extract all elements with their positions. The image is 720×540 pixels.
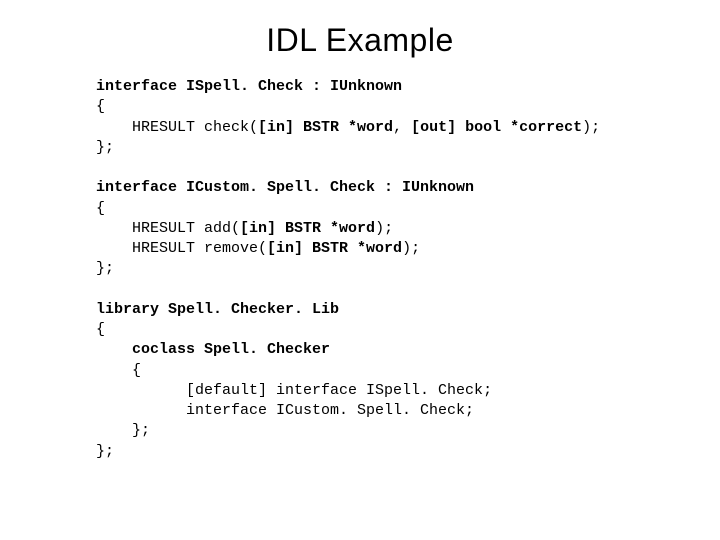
code-line: library Spell. Checker. Lib xyxy=(96,301,339,318)
code-text: ); xyxy=(582,119,600,136)
code-line: }; xyxy=(96,422,150,439)
code-line: }; xyxy=(96,443,114,460)
code-line: coclass Spell. Checker xyxy=(96,341,330,358)
page-title: IDL Example xyxy=(0,0,720,77)
code-text: HRESULT remove( xyxy=(96,240,267,257)
code-line: { xyxy=(96,98,105,115)
code-line: interface ICustom. Spell. Check : IUnkno… xyxy=(96,179,474,196)
slide: IDL Example interface ISpell. Check : IU… xyxy=(0,0,720,540)
code-line: }; xyxy=(96,139,114,156)
code-line: interface ISpell. Check : IUnknown xyxy=(96,78,402,95)
code-bold: [out] bool *correct xyxy=(411,119,582,136)
code-text: ); xyxy=(402,240,420,257)
code-text: HRESULT check( xyxy=(96,119,258,136)
code-bold: [in] BSTR *word xyxy=(267,240,402,257)
code-line: interface ICustom. Spell. Check; xyxy=(96,402,474,419)
code-text: ); xyxy=(375,220,393,237)
code-line: { xyxy=(96,321,105,338)
code-bold: [in] BSTR *word xyxy=(258,119,393,136)
code-line: }; xyxy=(96,260,114,277)
code-line: { xyxy=(96,200,105,217)
code-bold: [in] BSTR *word xyxy=(240,220,375,237)
code-text: , xyxy=(393,119,411,136)
code-block: interface ISpell. Check : IUnknown { HRE… xyxy=(0,77,720,462)
code-text: HRESULT add( xyxy=(96,220,240,237)
code-line: { xyxy=(96,362,141,379)
code-line: [default] interface ISpell. Check; xyxy=(96,382,492,399)
